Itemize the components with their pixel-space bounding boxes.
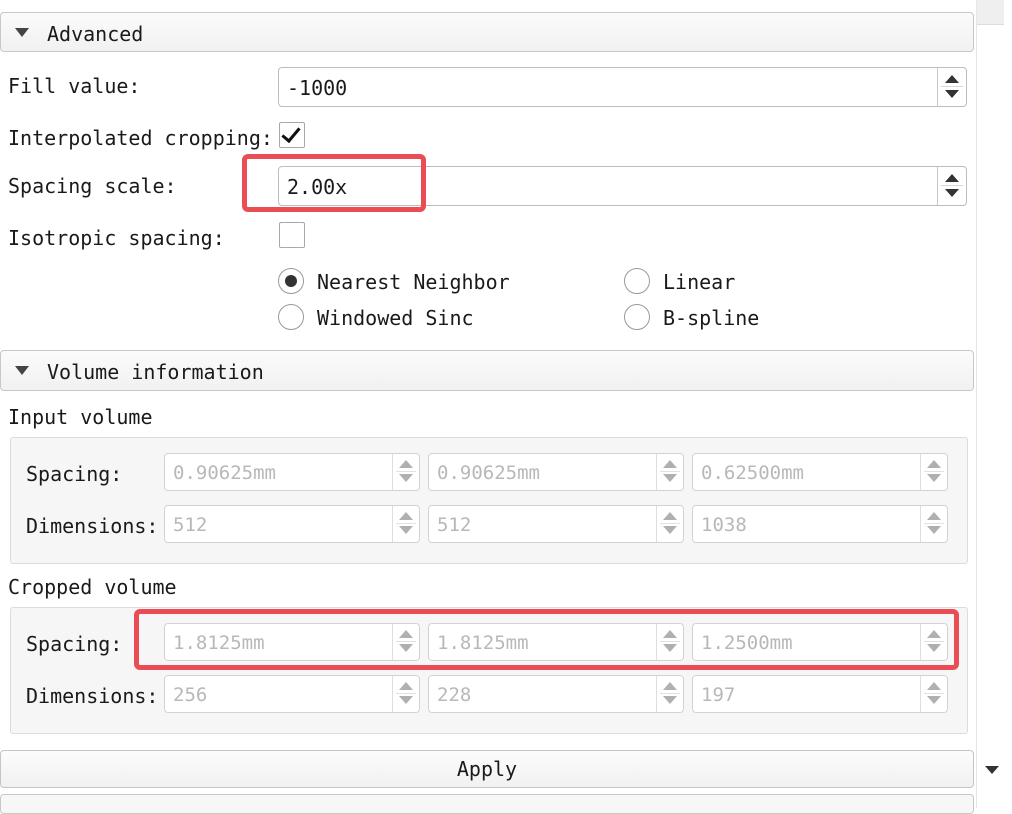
spacing-scale-stepper[interactable] [937, 167, 966, 205]
value-text: 0.62500mm [701, 462, 804, 484]
spacing-scale-label: Spacing scale: [8, 174, 177, 198]
apply-button[interactable]: Apply [0, 750, 974, 788]
fill-value-label: Fill value: [8, 74, 141, 98]
isotropic-spacing-label: Isotropic spacing: [8, 226, 225, 250]
scroll-down-icon[interactable] [985, 766, 999, 774]
value-text: 512 [437, 514, 472, 536]
advanced-section-title: Advanced [47, 22, 144, 46]
collapse-arrow-icon [15, 366, 29, 375]
next-section-header[interactable] [0, 794, 974, 814]
cropped-spacing-label: Spacing: [26, 632, 123, 656]
radio-linear[interactable]: Linear [624, 268, 774, 296]
interpolated-cropping-checkbox[interactable] [279, 122, 305, 148]
radio-button[interactable] [278, 268, 304, 294]
input-spacing-y: 0.90625mm [428, 453, 684, 491]
radio-button[interactable] [624, 268, 650, 294]
input-spacing-x: 0.90625mm [164, 453, 420, 491]
fill-value-stepper[interactable] [937, 68, 966, 106]
radio-label: Windowed Sinc [317, 306, 474, 330]
input-dimension-z: 1038 [692, 505, 948, 543]
isotropic-spacing-checkbox[interactable] [279, 222, 305, 248]
volume-information-section-title: Volume information [47, 360, 264, 384]
value-text: 197 [701, 684, 736, 706]
cropped-spacing-highlight [134, 609, 959, 670]
decrement-icon[interactable] [945, 90, 959, 98]
value-text: 512 [173, 514, 208, 536]
value-text: 228 [437, 684, 472, 706]
cropped-dimension-x: 256 [164, 675, 420, 713]
scrollbar-thumb[interactable] [977, 0, 1004, 25]
spacing-scale-highlight [242, 154, 426, 212]
input-dimensions-label: Dimensions: [26, 514, 159, 538]
advanced-section-header[interactable]: Advanced [0, 12, 974, 52]
value-text: 256 [173, 684, 208, 706]
radio-b-spline[interactable]: B-spline [624, 304, 774, 332]
input-dimension-x: 512 [164, 505, 420, 543]
value-text: 1038 [701, 514, 747, 536]
input-spacing-z: 0.62500mm [692, 453, 948, 491]
fill-value-text: -1000 [287, 76, 348, 100]
volume-information-section-header[interactable]: Volume information [0, 350, 974, 391]
input-volume-title: Input volume [8, 405, 153, 429]
radio-windowed-sinc[interactable]: Windowed Sinc [278, 304, 498, 332]
radio-label: Linear [663, 270, 736, 294]
fill-value-spinbox[interactable]: -1000 [278, 67, 967, 107]
radio-label: Nearest Neighbor [317, 270, 510, 294]
radio-button[interactable] [278, 304, 304, 330]
interpolated-cropping-label: Interpolated cropping: [8, 126, 273, 150]
increment-icon[interactable] [945, 75, 959, 83]
checkmark-icon [281, 122, 301, 144]
increment-icon[interactable] [945, 174, 959, 182]
value-text: 0.90625mm [173, 462, 276, 484]
cropped-dimension-z: 197 [692, 675, 948, 713]
input-spacing-label: Spacing: [26, 462, 123, 486]
cropped-dimension-y: 228 [428, 675, 684, 713]
radio-nearest-neighbor[interactable]: Nearest Neighbor [278, 268, 510, 296]
value-text: 0.90625mm [437, 462, 540, 484]
radio-label: B-spline [663, 306, 760, 330]
cropped-dimensions-label: Dimensions: [26, 684, 159, 708]
radio-button[interactable] [624, 304, 650, 330]
cropped-volume-title: Cropped volume [8, 575, 177, 599]
input-dimension-y: 512 [428, 505, 684, 543]
scrollbar[interactable] [976, 0, 1012, 808]
collapse-arrow-icon [15, 28, 29, 37]
decrement-icon[interactable] [945, 189, 959, 197]
